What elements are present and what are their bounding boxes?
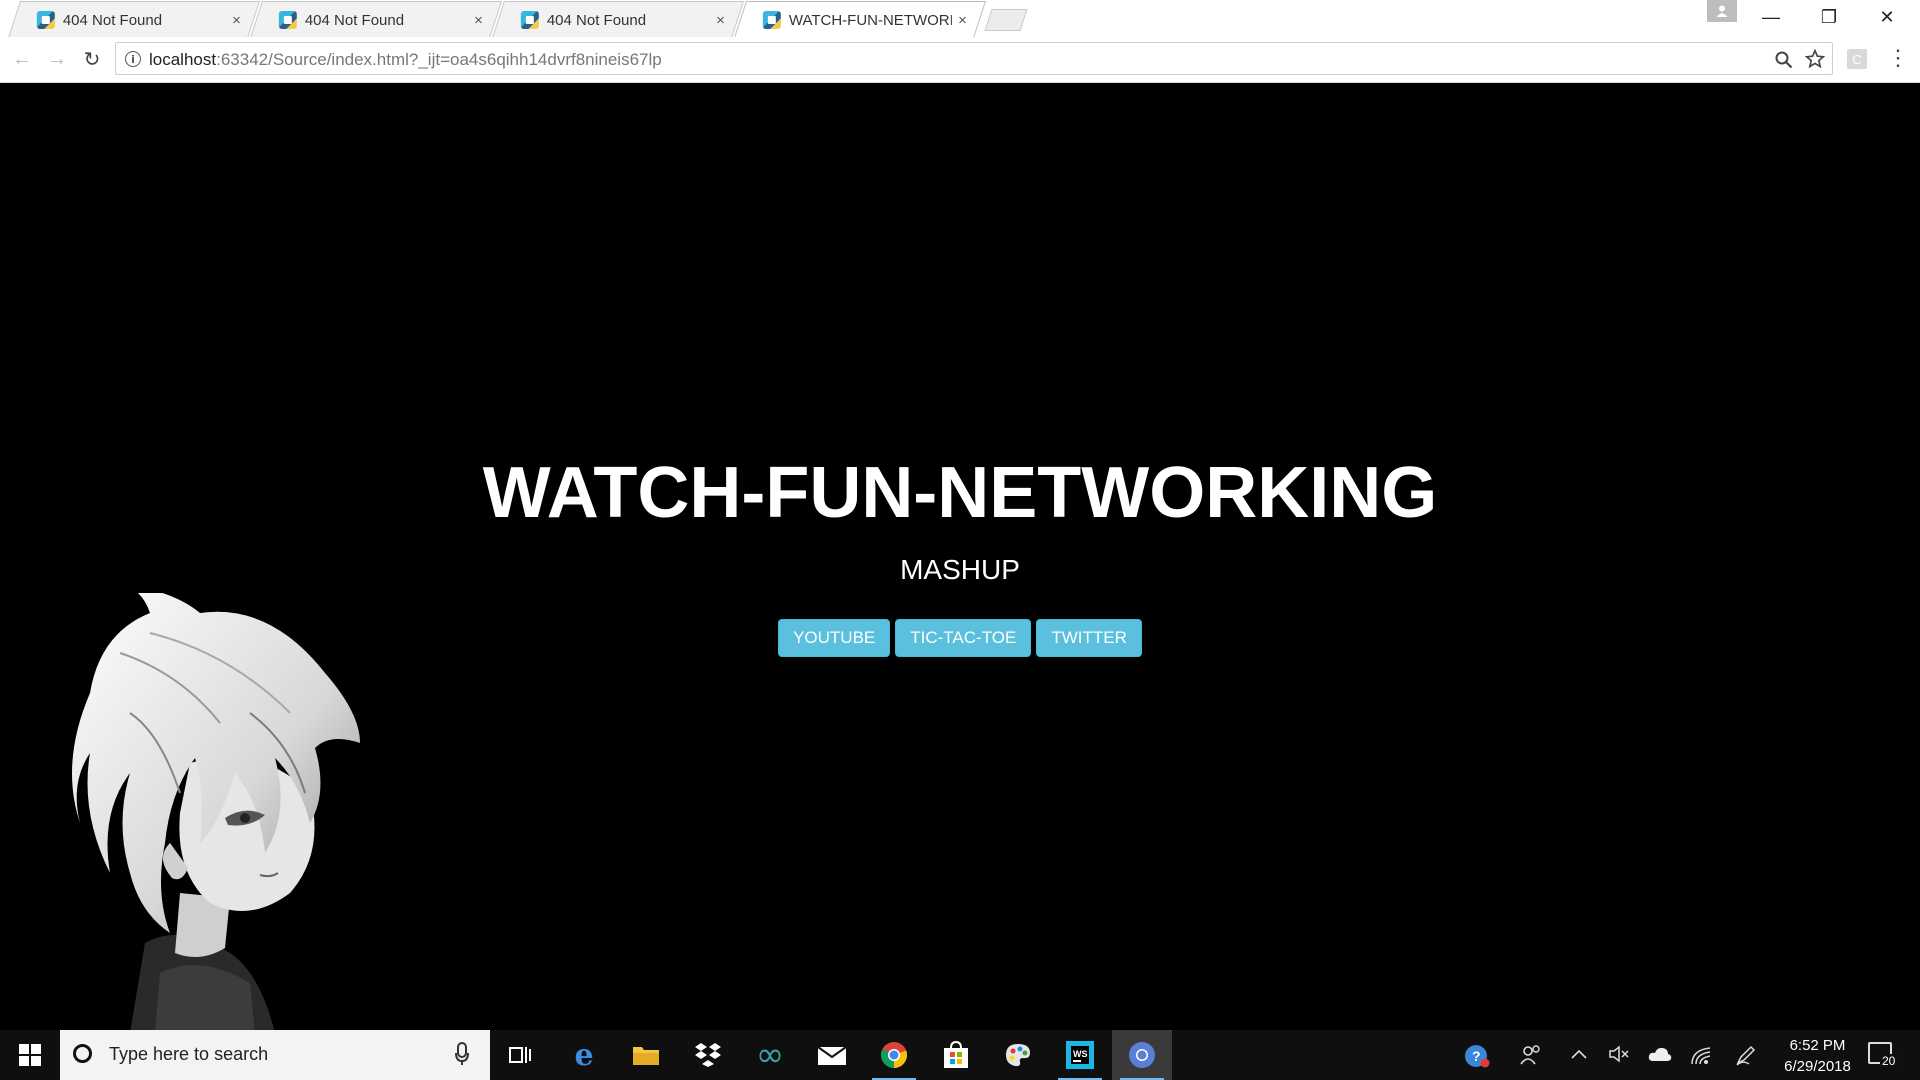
- tab-title: 404 Not Found: [546, 11, 647, 29]
- arduino-app[interactable]: ∞: [740, 1030, 800, 1080]
- mail-app[interactable]: [802, 1030, 862, 1080]
- reload-button[interactable]: ↻: [78, 45, 106, 73]
- cortana-icon: [73, 1044, 92, 1063]
- nav-button-group: YOUTUBE TIC-TAC-TOE TWITTER: [0, 619, 1920, 657]
- new-tab-button[interactable]: [984, 9, 1028, 31]
- person-icon: [1716, 5, 1728, 17]
- page-title: WATCH-FUN-NETWORKING: [482, 453, 1438, 533]
- zoom-icon[interactable]: [1775, 51, 1793, 69]
- url-text[interactable]: localhost:63342/Source/index.html?_ijt=o…: [149, 50, 662, 70]
- store-icon: [944, 1041, 968, 1068]
- bookmark-star-icon[interactable]: [1805, 49, 1825, 69]
- taskbar-search[interactable]: Type here to search: [60, 1030, 490, 1080]
- webstorm-favicon-icon: [520, 11, 539, 29]
- tab-close-icon[interactable]: ×: [958, 12, 967, 29]
- edge-app[interactable]: e: [554, 1030, 614, 1080]
- back-button[interactable]: ←: [8, 45, 36, 73]
- infinity-icon: ∞: [755, 1035, 785, 1075]
- profile-button[interactable]: [1707, 0, 1737, 22]
- address-bar[interactable]: i localhost:63342/Source/index.html?_ijt…: [115, 42, 1833, 75]
- browser-tab[interactable]: 404 Not Found ×: [7, 1, 261, 38]
- tab-title: 404 Not Found: [304, 11, 405, 29]
- taskbar-clock[interactable]: 6:52 PM 6/29/2018: [1765, 1035, 1870, 1077]
- tab-close-icon[interactable]: ×: [232, 12, 241, 29]
- info-icon[interactable]: i: [125, 51, 141, 67]
- people-icon[interactable]: [1520, 1044, 1542, 1066]
- webstorm-app[interactable]: WS: [1050, 1030, 1110, 1080]
- paint-app[interactable]: [988, 1030, 1048, 1080]
- mail-icon: [817, 1046, 847, 1065]
- browser-tabstrip: 404 Not Found × 404 Not Found × 404 Not …: [0, 0, 1920, 38]
- windows-logo-icon: [19, 1044, 41, 1066]
- url-path: :63342/Source/index.html?_ijt=oa4s6qihh1…: [216, 50, 662, 69]
- store-app[interactable]: [926, 1030, 986, 1080]
- dropbox-app[interactable]: [678, 1030, 738, 1080]
- volume-muted-icon[interactable]: [1608, 1044, 1630, 1064]
- url-host: localhost: [149, 50, 217, 69]
- svg-text:?: ?: [1472, 1048, 1481, 1064]
- onedrive-cloud-icon[interactable]: [1648, 1046, 1672, 1062]
- chrome-icon: [881, 1042, 908, 1068]
- wifi-icon[interactable]: [1690, 1044, 1712, 1066]
- chrome-active-app[interactable]: [1112, 1030, 1172, 1080]
- page-content: WATCH-FUN-NETWORKING MASHUP YOUTUBE TIC-…: [0, 83, 1920, 1030]
- chrome-menu-icon[interactable]: ⋮: [1887, 45, 1909, 71]
- webstorm-icon: WS: [1066, 1041, 1094, 1069]
- minimize-button[interactable]: —: [1742, 0, 1800, 34]
- webstorm-favicon-icon: [36, 11, 55, 29]
- tab-close-icon[interactable]: ×: [474, 12, 483, 29]
- paint-palette-icon: [1006, 1044, 1030, 1067]
- forward-button[interactable]: →: [43, 45, 71, 73]
- tic-tac-toe-button[interactable]: TIC-TAC-TOE: [895, 619, 1032, 657]
- chevron-up-icon[interactable]: [1570, 1048, 1588, 1060]
- page-subtitle: MASHUP: [900, 554, 1020, 585]
- pen-icon[interactable]: [1735, 1044, 1757, 1066]
- notification-count-badge: 20: [1880, 1054, 1898, 1068]
- dropbox-icon: [695, 1043, 721, 1067]
- edge-icon: e: [574, 1037, 594, 1073]
- browser-tab[interactable]: 404 Not Found ×: [491, 1, 745, 38]
- task-view-icon: [509, 1047, 531, 1063]
- browser-tab-active[interactable]: WATCH-FUN-NETWORKI ×: [733, 1, 987, 38]
- browser-toolbar: ← → ↻ i localhost:63342/Source/index.htm…: [0, 37, 1920, 83]
- svg-text:WS: WS: [1073, 1049, 1088, 1059]
- help-icon[interactable]: ?: [1464, 1044, 1490, 1068]
- close-window-button[interactable]: ✕: [1858, 0, 1916, 34]
- browser-tab[interactable]: 404 Not Found ×: [249, 1, 503, 38]
- folder-icon: [633, 1047, 659, 1065]
- start-button[interactable]: [0, 1030, 60, 1080]
- webstorm-favicon-icon: [762, 11, 781, 29]
- youtube-button[interactable]: YOUTUBE: [778, 619, 891, 657]
- tab-title: 404 Not Found: [62, 11, 163, 29]
- restore-button[interactable]: ❐: [1800, 0, 1858, 34]
- extension-icon[interactable]: C: [1847, 49, 1867, 69]
- clock-time: 6:52 PM: [1789, 1037, 1846, 1054]
- webstorm-favicon-icon: [278, 11, 297, 29]
- anime-character-image: [72, 593, 360, 1030]
- chrome-canary-icon: [1129, 1042, 1155, 1068]
- twitter-button[interactable]: TWITTER: [1036, 619, 1142, 657]
- tab-close-icon[interactable]: ×: [716, 12, 725, 29]
- chrome-app[interactable]: [864, 1030, 924, 1080]
- tab-title: WATCH-FUN-NETWORKI: [788, 11, 953, 29]
- search-placeholder: Type here to search: [109, 1044, 269, 1064]
- file-explorer-app[interactable]: [616, 1030, 676, 1080]
- clock-date: 6/29/2018: [1784, 1058, 1851, 1075]
- microphone-icon[interactable]: [455, 1042, 469, 1066]
- windows-taskbar: Type here to search e ∞ WS ? 6:52 PM 6/2…: [0, 1030, 1920, 1080]
- task-view-button[interactable]: [490, 1030, 550, 1080]
